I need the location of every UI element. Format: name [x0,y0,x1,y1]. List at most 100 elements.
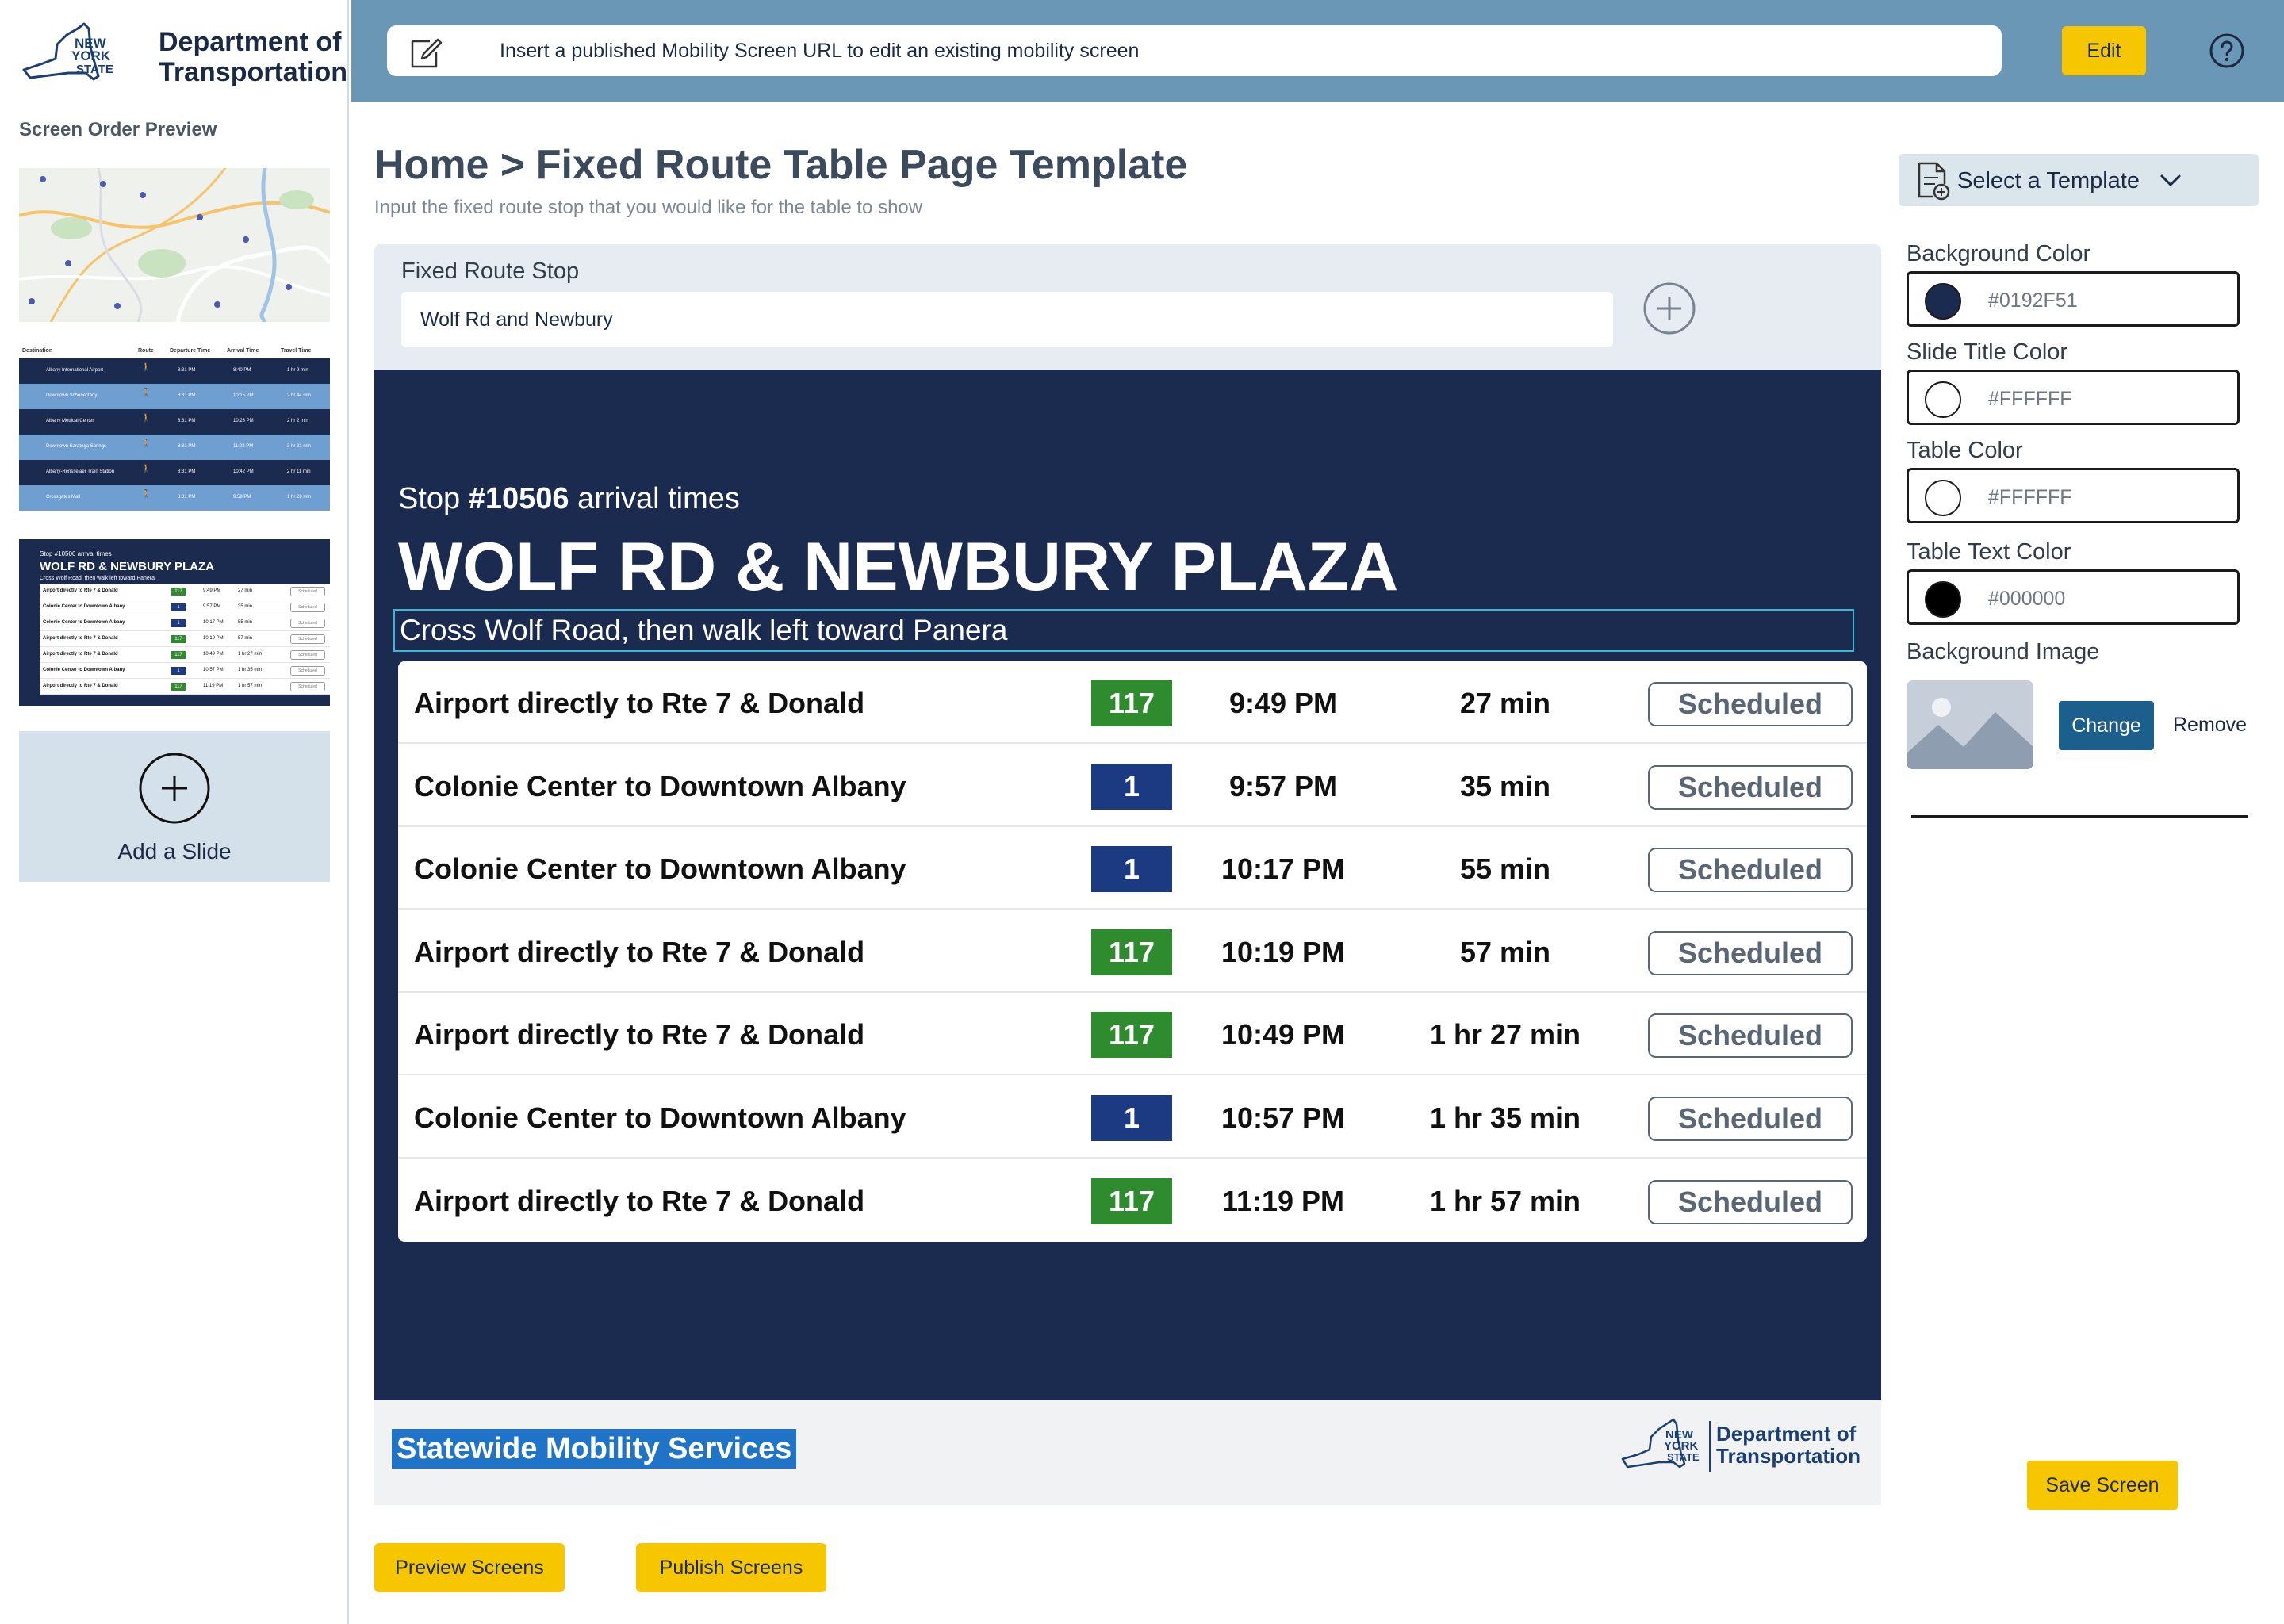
remove-image-button[interactable]: Remove [2173,714,2247,737]
thumb-arrival-status: Scheduled [290,650,325,660]
route-badge: 1 [1091,763,1172,810]
help-icon[interactable] [2209,33,2245,69]
thumb-table-row: Albany-Rensselaer Train Station 🚶 8:31 P… [19,460,330,485]
state-line3: STATE [76,63,113,76]
thumb-arrival-time: 9:57 PM [203,604,221,609]
thumb-arrival-route: 117 [171,635,186,643]
thumb-cell: 1 hr 28 min [287,495,312,500]
thumb-cell: Albany Medical Center [46,419,94,423]
thumb-arrival-route: 1 [171,603,186,611]
app-root: NEW YORK STATE Department of Transportat… [0,0,2284,1624]
thumb-col-travel: Travel Time [281,348,312,354]
status-badge: Scheduled [1648,848,1853,893]
add-stop-button[interactable] [1642,281,1697,336]
table-color-swatch[interactable] [1925,480,1961,516]
template-select[interactable]: Select a Template [1899,154,2259,206]
arrival-row: Colonie Center to Downtown Albany 1 10:17 … [398,827,1867,910]
route-badge: 117 [1091,680,1172,726]
state-line2: YORK [71,48,111,63]
thumb-arrival-row: Colonie Center to Downtown Albany 1 9:57 P… [40,599,330,615]
arrival-time: 10:19 PM [1221,935,1346,968]
background-color-value: #0192F51 [1988,289,2078,312]
slide-thumbnail-arrivals[interactable]: Stop #10506 arrival times WOLF RD & NEWB… [19,539,330,706]
slide-instruction-field[interactable]: Cross Wolf Road, then walk left toward P… [393,609,1854,652]
arrival-time: 9:57 PM [1228,769,1338,802]
fixed-route-stop-input[interactable]: Wolf Rd and Newbury [401,292,1613,347]
plus-circle-icon [139,753,210,824]
edit-button[interactable]: Edit [2062,26,2146,75]
table-text-color-swatch[interactable] [1925,581,1961,618]
route-badge: 1 [1091,846,1172,893]
preview-screens-button[interactable]: Preview Screens [374,1543,565,1592]
thumb-arrival-time: 10:17 PM [203,620,224,625]
change-image-button[interactable]: Change [2059,701,2154,750]
thumb-arrival-row: Airport directly to Rte 7 & Donald 117 10:… [40,647,330,663]
arrival-time: 10:49 PM [1221,1018,1346,1051]
thumb-cell: Downtown Saratoga Springs [46,444,107,449]
footer-org-line2: Transportation [1716,1444,1861,1468]
top-bar: Insert a published Mobility Screen URL t… [351,0,2284,102]
thumb-table-row: Downtown Saratoga Springs 🚶 8:31 PM 11:0… [19,435,330,460]
slide-thumbnail-map[interactable] [19,168,330,322]
slide-title-color-swatch[interactable] [1925,381,1961,418]
background-color-swatch[interactable] [1925,283,1961,320]
thumb-arrival-destination: Airport directly to Rte 7 & Donald [43,588,118,593]
arrival-destination: Colonie Center to Downtown Albany [414,1101,906,1134]
slide-title: WOLF RD & NEWBURY PLAZA [398,529,1399,605]
arrival-wait: 55 min [1459,852,1551,886]
thumb-arrival-row: Colonie Center to Downtown Albany 1 10:17 … [40,615,330,631]
thumb-cell: 8:31 PM [178,495,196,500]
slide-footer: Statewide Mobility Services NEW YORK STA… [374,1400,1881,1505]
thumb-arrival-row: Airport directly to Rte 7 & Donald 117 9:4… [40,584,330,599]
stop-number: #10506 [468,482,569,515]
thumb-cell: 3 hr 31 min [287,444,312,449]
edit-document-icon [411,38,443,68]
table-text-color-field[interactable]: #000000 [1907,569,2240,625]
slide-thumbnail-table[interactable]: Destination Route Departure Time Arrival… [19,344,330,514]
org-name-line2: Transportation [159,57,348,87]
thumb-arrival-destination: Colonie Center to Downtown Albany [43,668,125,672]
new-york-state-map-icon: NEW YORK STATE [22,22,113,81]
thumb-arrival-wait: 1 hr 27 min [238,652,263,657]
state-line3: STATE [1667,1451,1700,1463]
table-text-color-value: #000000 [1988,588,2066,610]
add-slide-button[interactable]: Add a Slide [19,731,330,882]
save-screen-button[interactable]: Save Screen [2027,1461,2178,1510]
arrival-row: Airport directly to Rte 7 & Donald 117 9:4… [398,661,1867,744]
page-title: Home > Fixed Route Table Page Template [374,142,1188,188]
fixed-route-stop-panel: Fixed Route Stop Wolf Rd and Newbury [374,244,1881,370]
publish-screens-button[interactable]: Publish Screens [636,1543,826,1592]
background-image-label: Background Image [1907,639,2100,665]
arrival-row: Airport directly to Rte 7 & Donald 117 10:… [398,910,1867,993]
thumb-cell: 11:02 PM [233,444,254,449]
status-badge: Scheduled [1648,930,1853,975]
thumb-table-row: Albany International Airport 🚶 8:31 PM 8… [19,358,330,384]
screen-url-input[interactable]: Insert a published Mobility Screen URL t… [387,25,2002,76]
stop-suffix: arrival times [569,482,740,515]
thumb-cell: Albany International Airport [46,368,104,373]
walk-icon: 🚶 [141,414,151,423]
thumb-arrival-route: 1 [171,667,186,675]
arrival-wait: 57 min [1459,935,1551,968]
footer-nysdot-logo: NEW YORK STATE Department of Transportat… [1619,1416,1873,1480]
table-color-label: Table Color [1907,438,2023,463]
table-text-color-label: Table Text Color [1907,539,2071,565]
org-name-line1: Department of [159,27,342,57]
thumb-cell: 1 hr 9 min [287,368,308,373]
stop-prefix: Stop [398,482,469,515]
thumb-cell: 10:42 PM [233,469,254,474]
thumb-arrival-route: 1 [171,619,186,627]
thumb-table-row: Crossgates Mall 🚶 8:31 PM 9:59 PM 1 hr 2… [19,485,330,511]
arrival-wait: 35 min [1459,769,1551,802]
thumb-cell: 8:31 PM [178,393,196,398]
image-placeholder-icon [1907,680,2033,769]
thumb-arrival-status: Scheduled [290,619,325,628]
add-slide-label: Add a Slide [117,839,232,864]
thumb-arrival-status: Scheduled [290,587,325,596]
table-color-field[interactable]: #FFFFFF [1907,468,2240,523]
slide-title-color-label: Slide Title Color [1907,339,2068,365]
background-image-thumbnail [1907,680,2033,769]
thumb-arrival-status: Scheduled [290,682,325,691]
slide-title-color-field[interactable]: #FFFFFF [1907,370,2240,425]
background-color-field[interactable]: #0192F51 [1907,271,2240,327]
